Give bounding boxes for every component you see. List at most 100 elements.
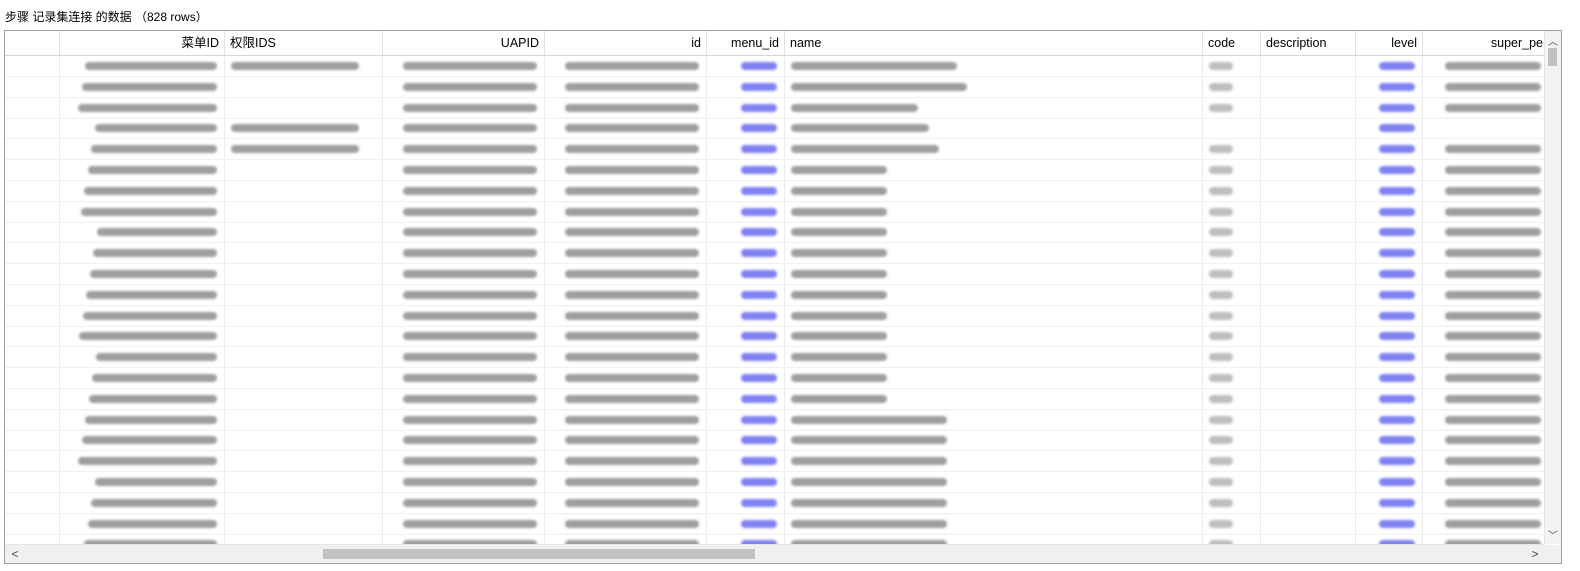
- cell-perm_ids[interactable]: [225, 326, 383, 348]
- result-grid[interactable]: 菜单ID 权限IDS UAPID id menu_id name code descripti…: [4, 30, 1562, 564]
- cell-level[interactable]: [1356, 513, 1423, 535]
- cell-perm_ids[interactable]: [225, 492, 383, 514]
- cell-super_pe[interactable]: [1423, 139, 1545, 161]
- cell-menu_id[interactable]: [707, 264, 785, 285]
- table-row[interactable]: [5, 264, 1545, 285]
- cell-id[interactable]: [545, 305, 707, 327]
- cell-menu_id[interactable]: [707, 451, 785, 473]
- cell-rownum[interactable]: [5, 368, 60, 389]
- cell-id[interactable]: [545, 97, 707, 119]
- cell-uapid[interactable]: [383, 305, 545, 327]
- cell-name[interactable]: [785, 451, 1203, 473]
- cell-uapid[interactable]: [383, 451, 545, 473]
- vertical-scroll-thumb[interactable]: [1548, 48, 1557, 66]
- cell-code[interactable]: [1203, 284, 1261, 306]
- cell-rownum[interactable]: [5, 160, 60, 181]
- cell-description[interactable]: [1261, 118, 1356, 140]
- table-row[interactable]: [5, 430, 1545, 452]
- cell-code[interactable]: [1203, 451, 1261, 473]
- cell-description[interactable]: [1261, 347, 1356, 369]
- cell-uapid[interactable]: [383, 160, 545, 181]
- cell-menu_id_cn[interactable]: [60, 201, 225, 223]
- column-header-super_pe[interactable]: super_pe: [1423, 31, 1549, 55]
- table-row[interactable]: [5, 534, 1545, 544]
- cell-super_pe[interactable]: [1423, 326, 1545, 348]
- cell-rownum[interactable]: [5, 472, 60, 493]
- cell-description[interactable]: [1261, 513, 1356, 535]
- table-row[interactable]: [5, 368, 1545, 389]
- cell-code[interactable]: [1203, 409, 1261, 431]
- cell-name[interactable]: [785, 347, 1203, 369]
- cell-uapid[interactable]: [383, 472, 545, 493]
- cell-name[interactable]: [785, 409, 1203, 431]
- cell-level[interactable]: [1356, 368, 1423, 389]
- cell-name[interactable]: [785, 139, 1203, 161]
- cell-uapid[interactable]: [383, 97, 545, 119]
- cell-description[interactable]: [1261, 388, 1356, 410]
- cell-description[interactable]: [1261, 139, 1356, 161]
- cell-level[interactable]: [1356, 201, 1423, 223]
- cell-rownum[interactable]: [5, 534, 60, 544]
- cell-id[interactable]: [545, 388, 707, 410]
- cell-id[interactable]: [545, 243, 707, 265]
- cell-uapid[interactable]: [383, 76, 545, 98]
- cell-code[interactable]: [1203, 139, 1261, 161]
- cell-uapid[interactable]: [383, 368, 545, 389]
- cell-level[interactable]: [1356, 160, 1423, 181]
- cell-menu_id[interactable]: [707, 97, 785, 119]
- cell-description[interactable]: [1261, 451, 1356, 473]
- table-row[interactable]: [5, 76, 1545, 98]
- cell-super_pe[interactable]: [1423, 202, 1545, 223]
- cell-menu_id_cn[interactable]: [60, 409, 225, 431]
- cell-rownum[interactable]: [5, 243, 60, 265]
- cell-perm_ids[interactable]: [225, 264, 383, 285]
- cell-level[interactable]: [1356, 243, 1423, 265]
- cell-code[interactable]: [1203, 534, 1261, 544]
- cell-level[interactable]: [1356, 492, 1423, 514]
- cell-name[interactable]: [785, 180, 1203, 202]
- table-row[interactable]: [5, 201, 1545, 223]
- cell-uapid[interactable]: [383, 201, 545, 223]
- cell-id[interactable]: [545, 326, 707, 348]
- cell-perm_ids[interactable]: [225, 180, 383, 202]
- cell-description[interactable]: [1261, 264, 1356, 285]
- cell-perm_ids[interactable]: [225, 76, 383, 98]
- scroll-down-arrow-icon[interactable]: ﹀: [1545, 527, 1561, 542]
- column-header-level[interactable]: level: [1356, 31, 1423, 55]
- cell-perm_ids[interactable]: [225, 222, 383, 244]
- cell-name[interactable]: [785, 76, 1203, 98]
- cell-uapid[interactable]: [383, 118, 545, 140]
- cell-uapid[interactable]: [383, 430, 545, 452]
- cell-description[interactable]: [1261, 76, 1356, 98]
- cell-super_pe[interactable]: [1423, 493, 1545, 514]
- cell-code[interactable]: [1203, 492, 1261, 514]
- cell-uapid[interactable]: [383, 139, 545, 161]
- cell-menu_id[interactable]: [707, 222, 785, 244]
- cell-rownum[interactable]: [5, 430, 60, 452]
- cell-super_pe[interactable]: [1423, 347, 1545, 369]
- cell-id[interactable]: [545, 492, 707, 514]
- cell-code[interactable]: [1203, 201, 1261, 223]
- cell-id[interactable]: [545, 264, 707, 285]
- cell-rownum[interactable]: [5, 76, 60, 98]
- cell-name[interactable]: [785, 118, 1203, 140]
- cell-name[interactable]: [785, 97, 1203, 119]
- cell-super_pe[interactable]: [1423, 534, 1545, 544]
- cell-super_pe[interactable]: [1423, 285, 1545, 306]
- cell-code[interactable]: [1203, 305, 1261, 327]
- cell-level[interactable]: [1356, 118, 1423, 140]
- cell-perm_ids[interactable]: [225, 534, 383, 544]
- cell-perm_ids[interactable]: [225, 388, 383, 410]
- column-header-menu_id[interactable]: menu_id: [707, 31, 785, 55]
- cell-level[interactable]: [1356, 180, 1423, 202]
- cell-menu_id_cn[interactable]: [60, 492, 225, 514]
- cell-super_pe[interactable]: [1423, 77, 1545, 98]
- cell-description[interactable]: [1261, 534, 1356, 544]
- cell-menu_id[interactable]: [707, 534, 785, 544]
- cell-super_pe[interactable]: [1423, 56, 1545, 77]
- column-header-code[interactable]: code: [1203, 31, 1261, 55]
- cell-menu_id_cn[interactable]: [60, 56, 225, 77]
- table-row[interactable]: [5, 388, 1545, 410]
- cell-super_pe[interactable]: [1423, 389, 1545, 410]
- cell-super_pe[interactable]: [1423, 243, 1545, 265]
